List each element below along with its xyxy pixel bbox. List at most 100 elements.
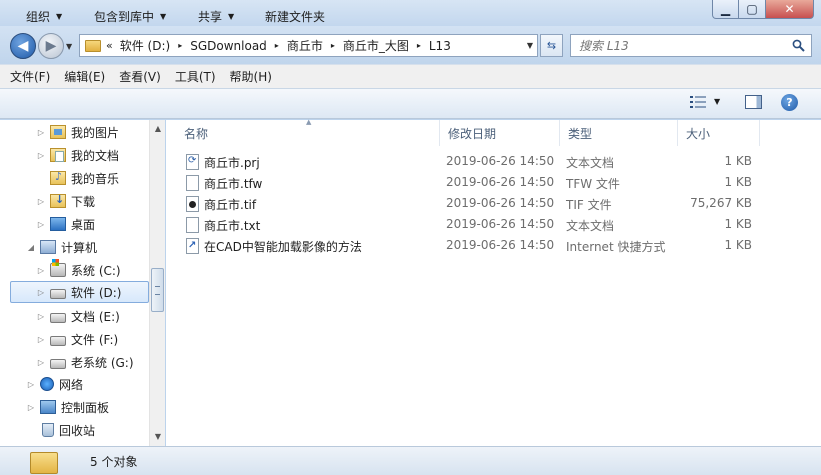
back-button[interactable]: ◀ [10,33,36,59]
column-header-date[interactable]: 修改日期 [440,120,560,146]
view-options-icon[interactable] [690,95,706,109]
tree-item-computer[interactable]: ◢ 计算机 [26,236,97,258]
expand-arrow-icon[interactable]: ▷ [36,358,46,367]
expand-arrow-icon[interactable]: ▷ [36,151,46,160]
include-in-library-button[interactable]: 包含到库中 ▼ [94,8,166,25]
tree-item-drive-f[interactable]: ▷ 文件 (F:) [36,328,118,350]
tree-label: 桌面 [71,217,96,232]
chevron-right-icon[interactable]: ▸ [417,41,421,50]
chevron-right-icon[interactable]: ▸ [178,41,182,50]
address-history-dropdown[interactable]: ▼ [527,41,533,50]
tree-item-desktop[interactable]: ▷ 桌面 [36,213,95,235]
chevron-down-icon: ▼ [66,41,73,51]
downloads-icon [50,193,66,208]
file-row[interactable]: 商丘市.prj 2019-06-26 14:50 文本文档 1 KB [182,152,777,173]
expand-arrow-icon[interactable]: ▷ [36,312,46,321]
scroll-down-icon[interactable]: ▼ [150,432,166,441]
search-input[interactable] [579,38,779,53]
navigation-scrollbar[interactable]: ▲ ▼ [149,120,165,446]
address-overflow[interactable]: « [106,39,113,52]
tree-item-recycle-bin[interactable]: 回收站 [26,419,95,441]
maximize-button[interactable]: ▢ [739,0,766,19]
column-header-size[interactable]: 大小 [678,120,760,146]
folder-icon [85,39,101,52]
crumb-drive[interactable]: 软件 (D:) [120,37,170,54]
tree-item-documents[interactable]: ▷ 我的文档 [36,144,119,166]
chevron-down-icon[interactable]: ▼ [714,97,720,106]
menu-file[interactable]: 文件(F) [10,68,50,85]
search-box[interactable] [570,34,812,57]
file-name: 商丘市.prj [204,156,260,170]
address-bar[interactable]: « 软件 (D:) ▸ SGDownload ▸ 商丘市 ▸ 商丘市_大图 ▸ … [79,34,538,57]
menu-help[interactable]: 帮助(H) [230,68,272,85]
file-name: 商丘市.tif [204,198,257,212]
tree-label: 控制面板 [61,400,110,415]
new-folder-button[interactable]: 新建文件夹 [265,8,325,25]
crumb-shangqiu[interactable]: 商丘市 [287,37,323,54]
chevron-right-icon[interactable]: ▸ [275,41,279,50]
item-count: 5 个对象 [90,455,138,469]
tree-item-drive-g[interactable]: ▷ 老系统 (G:) [36,351,134,373]
column-header-name[interactable]: 名称 [176,120,440,146]
crumb-sgdownload[interactable]: SGDownload [190,39,267,53]
expand-arrow-icon[interactable]: ▷ [36,220,46,229]
expand-arrow-icon[interactable]: ▷ [26,380,36,389]
preview-pane-icon[interactable] [745,95,762,109]
crumb-l13[interactable]: L13 [429,39,451,53]
file-type: Internet 快捷方式 [566,240,666,254]
breadcrumb: 软件 (D:) ▸ SGDownload ▸ 商丘市 ▸ 商丘市_大图 ▸ L1… [120,37,451,54]
menu-tools[interactable]: 工具(T) [175,68,216,85]
expand-arrow-icon[interactable]: ▷ [36,266,46,275]
share-button[interactable]: 共享 ▼ [198,8,234,25]
file-list: ▲ 名称 修改日期 类型 大小 商丘市.prj 2019-06-26 14:50… [166,118,821,446]
tree-item-drive-d[interactable]: ▷ 软件 (D:) [10,281,149,303]
drive-icon [50,336,66,346]
tree-item-drive-e[interactable]: ▷ 文档 (E:) [36,305,120,327]
chevron-right-icon[interactable]: ▸ [331,41,335,50]
expand-arrow-icon[interactable]: ▷ [26,403,36,412]
tree-label: 网络 [59,377,84,392]
file-date: 2019-06-26 14:50 [446,154,555,168]
minimize-button[interactable]: ▁ [712,0,739,19]
file-row[interactable]: 在CAD中智能加载影像的方法 2019-06-26 14:50 Internet… [182,236,777,257]
organize-button[interactable]: 组织 ▼ [26,8,62,25]
expand-arrow-icon[interactable]: ▷ [36,128,46,137]
drive-icon [50,289,66,299]
forward-button[interactable]: ▶ [38,33,64,59]
recycle-bin-icon [42,423,54,437]
crumb-shangqiu-large[interactable]: 商丘市_大图 [343,37,409,54]
file-name: 商丘市.txt [204,219,261,233]
tree-item-pictures[interactable]: ▷ 我的图片 [36,121,119,143]
file-type: 文本文档 [566,219,615,233]
tree-item-network[interactable]: ▷ 网络 [26,373,83,395]
file-date: 2019-06-26 14:50 [446,238,555,252]
chevron-down-icon: ▼ [160,12,167,21]
tree-item-control-panel[interactable]: ▷ 控制面板 [26,396,109,418]
collapse-arrow-icon[interactable]: ◢ [26,243,36,252]
column-header-type[interactable]: 类型 [560,120,678,146]
tree-item-downloads[interactable]: ▷ 下载 [36,190,95,212]
folder-icon [30,452,58,474]
file-row[interactable]: 商丘市.txt 2019-06-26 14:50 文本文档 1 KB [182,215,777,236]
menu-edit[interactable]: 编辑(E) [64,68,105,85]
menu-bar: 文件(F) 编辑(E) 查看(V) 工具(T) 帮助(H) [0,64,821,88]
documents-icon [50,148,66,162]
menu-view[interactable]: 查看(V) [119,68,161,85]
expand-arrow-icon[interactable]: ▷ [36,197,46,206]
tree-item-music[interactable]: 我的音乐 [36,167,119,189]
scrollbar-thumb[interactable] [151,268,164,312]
refresh-button[interactable]: ⇆ [540,34,563,57]
tree-item-drive-c[interactable]: ▷ 系统 (C:) [36,259,121,281]
expand-arrow-icon[interactable]: ▷ [36,288,46,297]
help-icon[interactable]: ? [781,94,798,111]
search-icon[interactable] [792,39,805,52]
expand-arrow-icon[interactable]: ▷ [36,335,46,344]
file-size: 75,267 KB [690,196,752,210]
recent-pages-button[interactable]: ▼ [66,40,76,52]
file-type: TFW 文件 [566,177,620,191]
close-button[interactable]: ✕ [766,0,814,19]
file-row[interactable]: 商丘市.tfw 2019-06-26 14:50 TFW 文件 1 KB [182,173,777,194]
tree-label: 软件 (D:) [71,285,122,300]
file-row[interactable]: 商丘市.tif 2019-06-26 14:50 TIF 文件 75,267 K… [182,194,777,215]
scroll-up-icon[interactable]: ▲ [150,124,166,133]
